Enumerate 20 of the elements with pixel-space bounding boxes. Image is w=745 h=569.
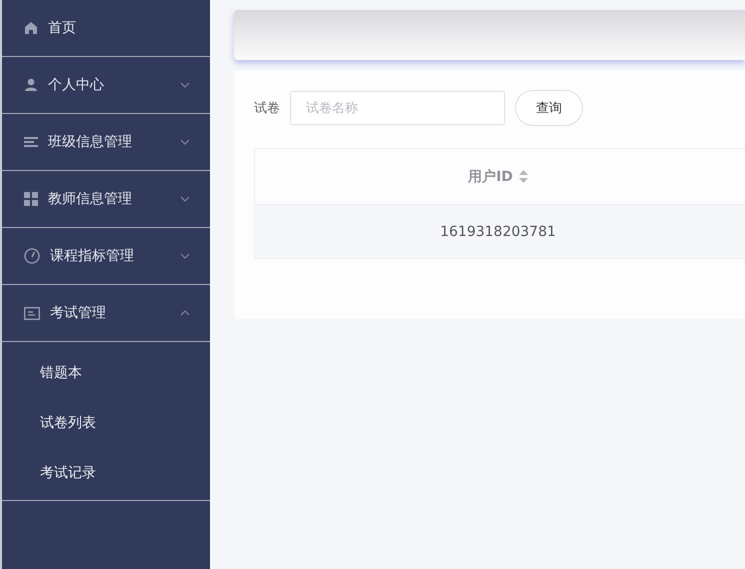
sort-icon[interactable] xyxy=(518,170,528,183)
table-cell-text: 1619318203781 xyxy=(439,222,557,242)
submenu-item[interactable]: 试卷列表 xyxy=(2,398,210,448)
menu-item[interactable]: 班级信息管理 xyxy=(2,114,210,171)
menu-item[interactable]: 教师信息管理 xyxy=(2,171,210,228)
card-icon xyxy=(24,306,40,320)
search-field[interactable]: 试卷名称 xyxy=(290,91,505,125)
query-button[interactable]: 查询 xyxy=(515,90,583,126)
menu-item[interactable]: 课程指标管理 xyxy=(2,228,210,285)
list-icon xyxy=(24,136,38,148)
grid-icon xyxy=(24,192,38,206)
home-icon xyxy=(24,21,38,35)
field-label: 试卷 xyxy=(254,100,280,117)
submenu-item[interactable]: 考试记录 xyxy=(2,448,210,498)
gauge-icon xyxy=(24,248,40,264)
menu-item[interactable]: 个人中心 xyxy=(2,57,210,114)
menu-item[interactable]: 考试管理 xyxy=(2,285,210,342)
submenu-item[interactable]: 错题本 xyxy=(2,348,210,398)
user-icon xyxy=(24,78,38,92)
menu-item[interactable]: 首页 xyxy=(2,0,210,57)
